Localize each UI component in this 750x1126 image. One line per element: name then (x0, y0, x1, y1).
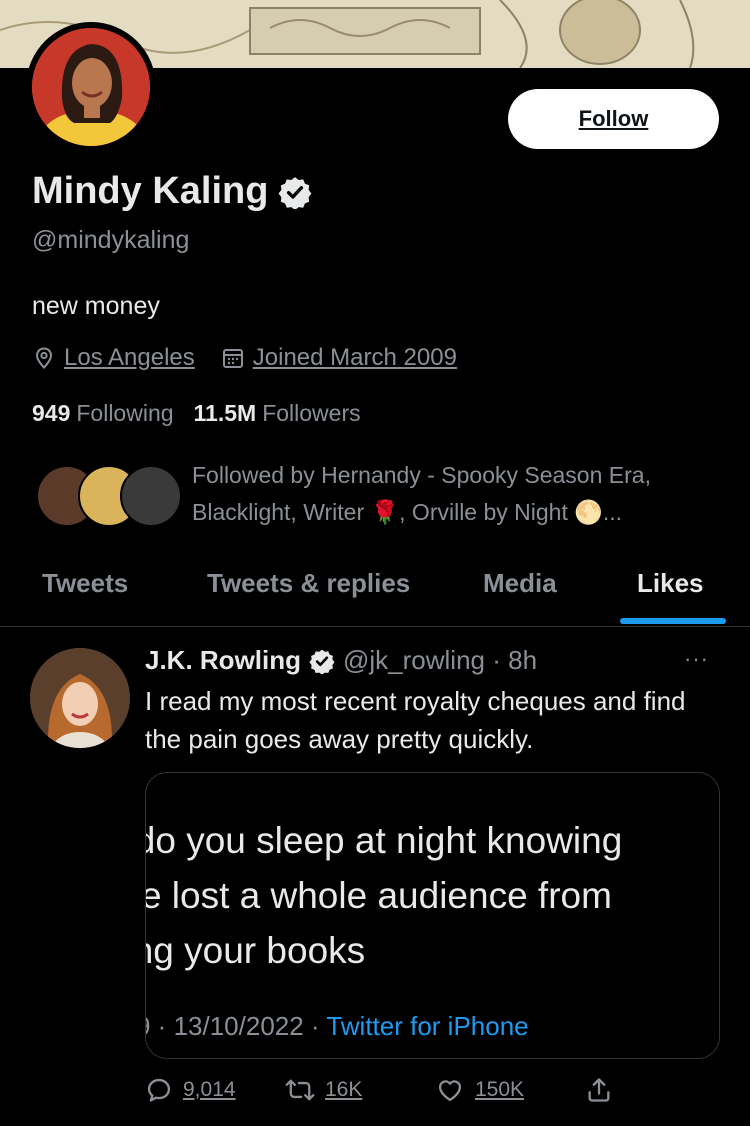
more-options-icon[interactable]: ··· (684, 646, 709, 672)
profile-avatar-ring (26, 22, 156, 152)
joined-date: Joined March 2009 (221, 344, 457, 372)
profile-tabs: Tweets Tweets & replies Media Likes (0, 560, 750, 627)
following-stat[interactable]: 949 Following (32, 400, 174, 427)
like-heart-icon (438, 1080, 462, 1102)
quoted-tweet-text: v do you sleep at night knowing i’ve los… (145, 813, 719, 978)
follower-avatar (120, 465, 182, 527)
quoted-line: ving your books (146, 930, 366, 971)
verified-badge-icon (309, 649, 335, 674)
like-count: 150K (475, 1078, 525, 1101)
followed-by-text[interactable]: Followed by Hernandy - Spooky Season Era… (192, 457, 712, 531)
tweet-actions: 9,014 16K 150K (145, 1070, 665, 1110)
avatar[interactable] (32, 28, 150, 146)
verified-badge-icon (279, 176, 312, 209)
tab-tweets[interactable]: Tweets (42, 568, 128, 599)
share-button[interactable] (585, 1076, 613, 1104)
quoted-tweet-meta: 9 · 13/10/2022 · Twitter for iPhone (145, 1011, 529, 1042)
retweet-icon (285, 1079, 315, 1101)
quoted-tweet-source[interactable]: Twitter for iPhone (326, 1011, 528, 1041)
tab-likes[interactable]: Likes (637, 568, 704, 599)
location-text: Los Angeles (64, 344, 195, 371)
calendar-icon (222, 349, 243, 368)
quoted-line: i’ve lost a whole audience from (145, 875, 612, 916)
tweet-author-name[interactable]: J.K. Rowling (145, 645, 301, 676)
followers-stat[interactable]: 11.5M Followers (194, 400, 361, 427)
location-pin-icon (35, 347, 53, 369)
quoted-tweet-date: 9 · 13/10/2022 · (145, 1011, 327, 1041)
tweet-author-avatar[interactable] (30, 648, 130, 748)
quoted-line: v do you sleep at night knowing (145, 820, 623, 861)
reply-icon (147, 1078, 171, 1102)
follow-button[interactable]: Follow (508, 89, 719, 149)
tweet-handle-time[interactable]: @jk_rowling · 8h (343, 645, 537, 676)
following-count: 949 (32, 400, 71, 426)
reply-count: 9,014 (183, 1078, 236, 1101)
profile-bio: new money (32, 292, 160, 320)
followers-count: 11.5M (193, 400, 257, 426)
retweet-count: 16K (325, 1078, 363, 1101)
joined-text: Joined March 2009 (252, 344, 457, 371)
followers-label: Followers (262, 400, 361, 426)
profile-meta: Los Angeles Joined March 2009 (32, 344, 483, 372)
tweet-header: J.K. Rowling @jk_rowling · 8h (145, 645, 537, 676)
location-link[interactable]: Los Angeles (32, 344, 195, 372)
profile-handle: @mindykaling (32, 226, 190, 254)
followed-by-avatars[interactable] (36, 465, 182, 527)
profile-name-row: Mindy Kaling (32, 170, 312, 213)
following-label: Following (76, 400, 174, 426)
active-tab-indicator (620, 618, 726, 624)
tweet-text: I read my most recent royalty cheques an… (145, 686, 686, 754)
reply-button[interactable]: 9,014 (145, 1076, 285, 1104)
quoted-tweet-card[interactable]: v do you sleep at night knowing i’ve los… (145, 772, 720, 1059)
share-icon (588, 1078, 610, 1102)
profile-name: Mindy Kaling (32, 170, 269, 212)
like-button[interactable]: 150K (435, 1076, 585, 1104)
tab-tweets-replies[interactable]: Tweets & replies (207, 568, 410, 599)
tab-media[interactable]: Media (483, 568, 557, 599)
profile-stats: 949 Following 11.5M Followers (32, 400, 381, 427)
retweet-button[interactable]: 16K (285, 1076, 435, 1104)
